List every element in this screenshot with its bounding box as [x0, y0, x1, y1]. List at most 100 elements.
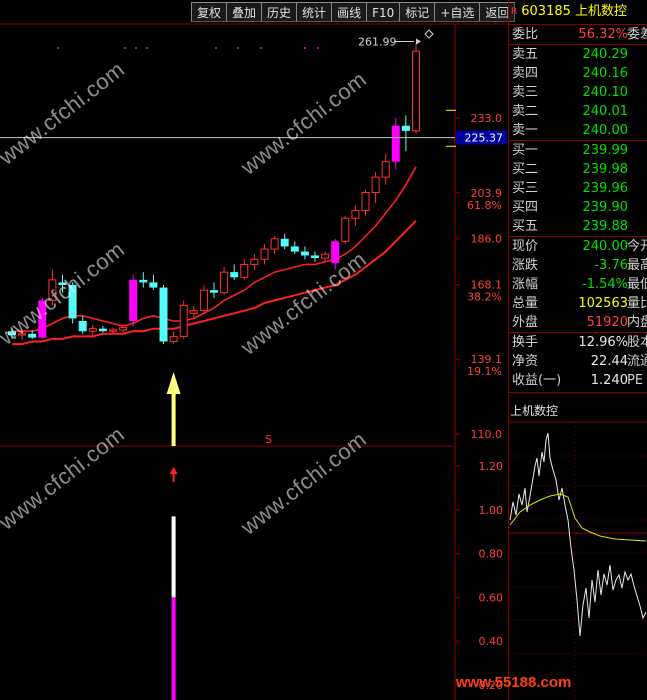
diamond-icon [424, 29, 434, 39]
ask-label: 卖四 [512, 66, 539, 81]
divider [509, 392, 647, 393]
indicator-tick-label: 0.80 [479, 548, 504, 561]
stat-row: 换手 12.96% 股本 [509, 333, 647, 352]
marker-dot [304, 47, 306, 49]
candle-body [361, 192, 370, 211]
stat-tail: 流通 [627, 354, 647, 369]
marker-dot [57, 47, 59, 49]
sell-mini-arrow-head [169, 467, 178, 474]
marker-dot [215, 47, 217, 49]
indicator-panel: 1.201.000.800.600.400.20 [169, 460, 504, 700]
price-tick-label: 110.0 [471, 428, 503, 441]
stat-label: 外盘 [512, 315, 539, 330]
bid-label: 买二 [512, 162, 539, 177]
stat-row: 外盘 51920 内盘 [509, 313, 647, 332]
stat-label: 涨跌 [512, 258, 539, 273]
turnover-value: 12.96% [578, 335, 628, 350]
indicator-tick-label: 1.00 [479, 504, 504, 517]
indicator-tick-label: 0.60 [479, 591, 504, 604]
bid-row: 买二 239.98 [509, 160, 647, 179]
bid-row: 买五 239.88 [509, 217, 647, 236]
ask-row: 卖四 240.16 [509, 64, 647, 83]
indicator-bar-white [171, 516, 176, 598]
candle-body [351, 209, 360, 219]
stat-label: 涨幅 [512, 277, 539, 292]
stat-row: 净资 22.44 流通 [509, 352, 647, 371]
current-price-tag: 225.37 [465, 132, 504, 145]
bid-price: 239.99 [582, 143, 629, 158]
stat-tail: 股本 [627, 335, 647, 350]
ask-price: 240.00 [582, 123, 629, 138]
grid-layer [0, 23, 508, 700]
stat-tail: 量比 [627, 296, 647, 311]
candle-body [199, 289, 208, 312]
row-label: 委比 [512, 27, 539, 42]
price-axis: 233.0203.961.8%186.0168.138.2%139.119.1%… [455, 112, 502, 441]
ask-label: 卖五 [512, 47, 539, 62]
candle-body [391, 125, 400, 162]
fuquan-button[interactable]: 复权 [191, 2, 228, 22]
add-watchlist-button[interactable]: +自选 [434, 2, 481, 22]
row-value: 56.32% [578, 27, 628, 42]
ask-price: 240.29 [582, 47, 629, 62]
ask-label: 卖一 [512, 123, 539, 138]
price-tick-label: 186.0 [471, 233, 503, 246]
candle-body [321, 253, 330, 259]
marker-dot [146, 47, 148, 49]
stock-code: 603185 [521, 4, 571, 19]
row-tail: 委差 [627, 27, 647, 42]
bid-row: 买三 239.96 [509, 179, 647, 198]
candle-body [270, 238, 279, 250]
bid-price: 239.90 [582, 200, 629, 215]
fib-percent-label: 38.2% [467, 291, 502, 304]
candle-body [401, 125, 410, 131]
candle-body [78, 320, 87, 332]
high-label-arrowhead [416, 38, 421, 45]
candle-body [88, 328, 97, 332]
high-price-label: 261.99 [358, 35, 397, 48]
statistics-button[interactable]: 统计 [296, 2, 333, 22]
candle-body [300, 251, 309, 256]
marker-dot [135, 47, 137, 49]
fib-percent-label: 19.1% [467, 365, 502, 378]
candle-body [159, 287, 168, 342]
history-button[interactable]: 历史 [261, 2, 298, 22]
marker-dot [317, 47, 319, 49]
mark-button[interactable]: 标记 [399, 2, 436, 22]
candle-body [250, 258, 259, 265]
change-value: -3.76 [594, 258, 628, 273]
buy-arrow-head [166, 372, 181, 394]
toolbar: 复权 叠加 历史 统计 画线 F10 标记 +自选 返回 [191, 2, 516, 22]
stat-row: 收益(一) 1.240 PE [509, 371, 647, 390]
marker-dot [237, 47, 239, 49]
overlay-button[interactable]: 叠加 [226, 2, 263, 22]
stat-row: 涨幅 -1.54% 最低 [509, 275, 647, 294]
net-assets-value: 22.44 [590, 354, 628, 369]
stat-label: 换手 [512, 335, 539, 350]
mini-chart-title: 上机数控 [510, 404, 559, 418]
candle-body [109, 329, 117, 332]
margin-marker: R [511, 7, 518, 17]
candle-body [230, 272, 239, 278]
candle-body [260, 248, 269, 260]
weibi-row: 委比 56.32% 委差 [509, 25, 647, 44]
indicator-tick-label: 1.20 [479, 460, 504, 473]
stat-tail: 今开 [627, 239, 647, 254]
candle-body [119, 326, 128, 331]
quote-panel: R 603185 上机数控 委比 56.32% 委差 卖五 240.29 卖四 240… [508, 0, 647, 700]
ask-label: 卖三 [512, 85, 539, 100]
bid-row: 买四 239.90 [509, 198, 647, 217]
stat-label: 净资 [512, 354, 539, 369]
current-price: 240.00 [582, 239, 629, 254]
candle-body [240, 263, 249, 278]
candle-body [169, 335, 178, 343]
stat-label: 收益(一) [512, 373, 562, 388]
draw-line-button[interactable]: 画线 [331, 2, 368, 22]
stock-header: R 603185 上机数控 [509, 0, 647, 24]
change-percent: -1.54% [582, 277, 628, 292]
ask-row: 卖一 240.00 [509, 121, 647, 140]
f10-button[interactable]: F10 [366, 2, 401, 22]
bid-label: 买一 [512, 143, 539, 158]
candle-body [220, 271, 229, 294]
stat-row: 涨跌 -3.76 最高 [509, 256, 647, 275]
